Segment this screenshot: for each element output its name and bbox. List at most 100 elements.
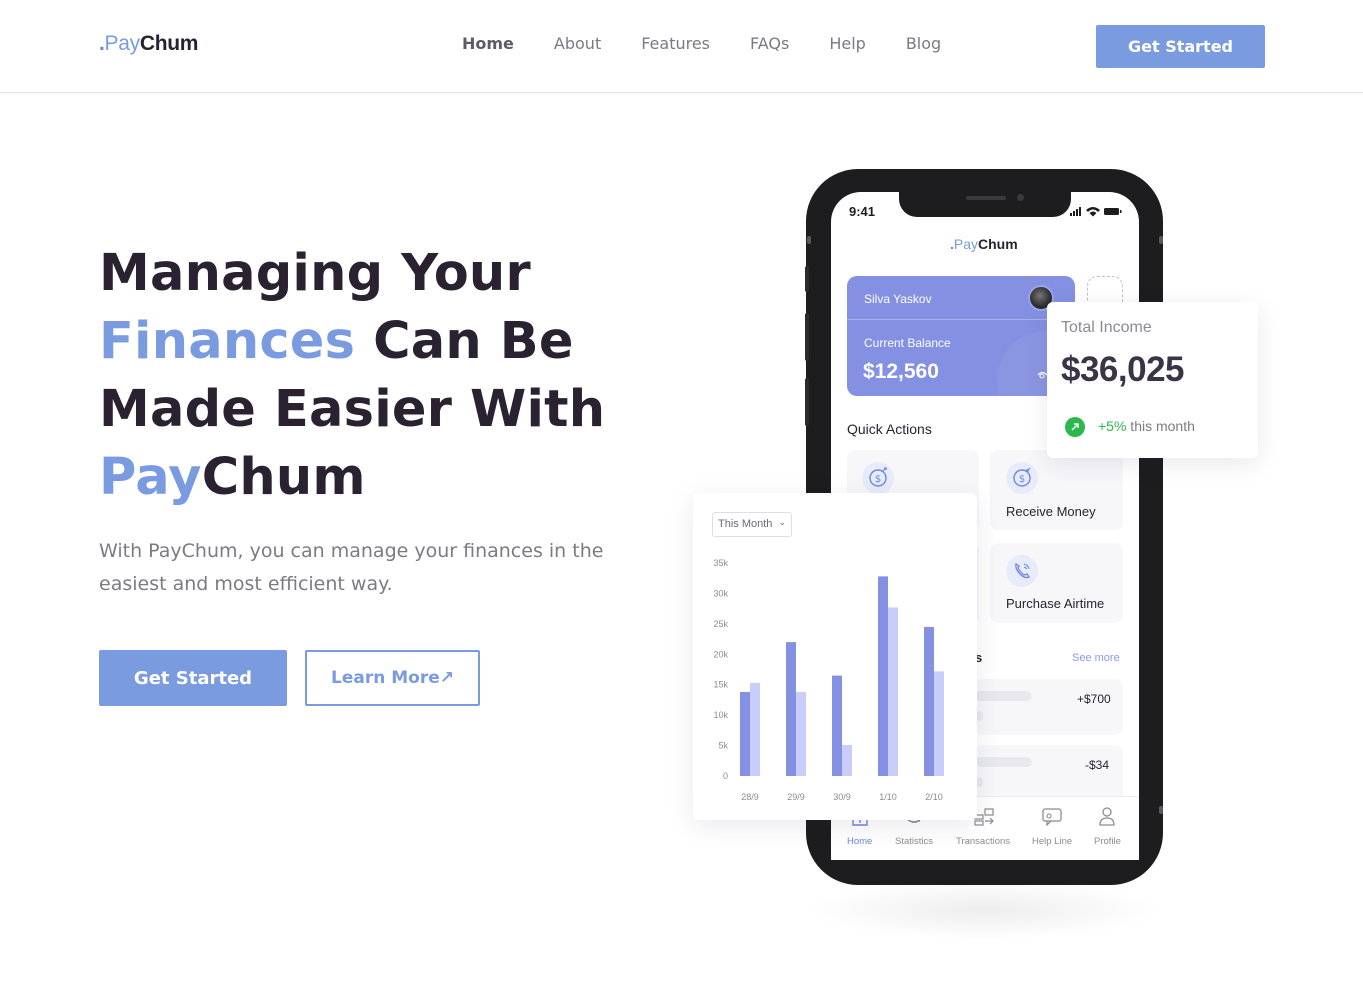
period-dropdown[interactable]: This Month ⌄: [712, 512, 792, 537]
card-divider: [847, 319, 1075, 320]
balance-value: $12,560: [863, 360, 939, 383]
phone-side-button: [807, 236, 811, 244]
chart-bar[interactable]: [796, 692, 806, 776]
headline-line-1: Managing Your: [99, 244, 531, 303]
nav-faqs[interactable]: FAQs: [750, 34, 789, 53]
receive-money-icon: $: [1006, 462, 1038, 494]
chart-bar[interactable]: [924, 626, 934, 776]
phone-camera: [1017, 194, 1024, 201]
total-income-value: $36,025: [1061, 350, 1185, 389]
phone-side-button: [805, 313, 809, 361]
chat-icon[interactable]: [1042, 806, 1062, 826]
hide-balance-icon[interactable]: [1037, 367, 1047, 381]
x-tick-label: 30/9: [833, 792, 851, 802]
chart-bar[interactable]: [786, 642, 796, 776]
wifi-icon: [1086, 207, 1100, 217]
phone-speaker: [966, 196, 1006, 200]
bar-chart: 0 5k 10k 15k 20k 25k 30k 35k 28/9 29/9 30/9 1/10 2/1…: [713, 558, 944, 802]
tab-home[interactable]: Home: [847, 836, 872, 847]
income-change-period: this month: [1126, 418, 1195, 434]
signal-icon: [1070, 207, 1081, 216]
phone-side-button: [1159, 236, 1163, 244]
chart-bar[interactable]: [878, 576, 888, 776]
phone-notch: [899, 185, 1071, 217]
chart-bar[interactable]: [740, 692, 750, 776]
income-change: +5% this month: [1098, 418, 1195, 434]
receive-money-label: Receive Money: [1006, 504, 1096, 519]
headline-line-4-rest: Chum: [201, 448, 366, 507]
transaction-row[interactable]: [975, 745, 1123, 801]
main-nav: Home About Features FAQs Help Blog: [462, 34, 981, 53]
phone-side-button: [805, 266, 809, 292]
logo-chum: Chum: [139, 32, 199, 55]
period-dropdown-label: This Month: [718, 518, 773, 530]
see-more-link[interactable]: See more: [1072, 652, 1120, 664]
hero-headline: Managing Your Finances Can Be Made Easie…: [99, 240, 659, 512]
income-change-value: +5%: [1098, 418, 1127, 434]
x-tick-label: 1/10: [879, 792, 897, 802]
app-logo-chum: Chum: [978, 236, 1018, 252]
chart-bar[interactable]: [934, 671, 944, 776]
profile-icon[interactable]: [1097, 806, 1117, 826]
card-holder-name: Silva Yaskov: [864, 292, 932, 306]
chart-bar[interactable]: [832, 675, 842, 776]
nav-about[interactable]: About: [554, 34, 601, 53]
battery-icon: [1104, 208, 1119, 215]
total-income-label: Total Income: [1061, 319, 1152, 336]
brand-logo[interactable]: .PayChum: [99, 32, 198, 56]
learn-more-button[interactable]: Learn More↗: [305, 650, 480, 706]
tab-transactions[interactable]: Transactions: [956, 836, 1010, 847]
tab-profile[interactable]: Profile: [1094, 836, 1121, 847]
phone-icon: [1006, 555, 1038, 587]
y-tick-label: 25k: [713, 619, 728, 629]
headline-line-3: Made Easier With: [99, 380, 606, 439]
phone-shadow: [806, 880, 1162, 940]
hero-subtitle: With PayChum, you can manage your financ…: [99, 540, 604, 595]
y-tick-label: 20k: [713, 649, 728, 659]
hero-get-started-button[interactable]: Get Started: [99, 650, 287, 706]
headline-line-2-rest: Can Be: [355, 312, 574, 371]
transaction-placeholder: [975, 757, 1032, 767]
nav-home[interactable]: Home: [462, 34, 514, 53]
transactions-icon[interactable]: [974, 806, 994, 826]
purchase-airtime-label: Purchase Airtime: [1006, 596, 1105, 611]
x-tick-label: 29/9: [787, 792, 805, 802]
y-tick-label: 30k: [713, 588, 728, 598]
nav-features[interactable]: Features: [641, 34, 710, 53]
status-icons: [1070, 207, 1122, 217]
transaction-row[interactable]: [975, 679, 1123, 735]
header-get-started-button[interactable]: Get Started: [1096, 25, 1265, 68]
quick-actions-title: Quick Actions: [847, 421, 932, 437]
site-header: .PayChum Home About Features FAQs Help B…: [0, 0, 1363, 93]
headline-accent-finances: Finances: [99, 312, 356, 371]
headline-accent-pay: Pay: [99, 448, 202, 507]
app-logo-pay: Pay: [953, 236, 979, 252]
x-tick-label: 2/10: [925, 792, 943, 802]
tab-help-line[interactable]: Help Line: [1032, 836, 1072, 847]
y-tick-label: 15k: [713, 680, 728, 690]
tab-statistics[interactable]: Statistics: [895, 836, 933, 847]
y-tick-label: 0: [723, 771, 728, 781]
send-money-icon: $: [862, 462, 894, 494]
y-tick-label: 10k: [713, 710, 728, 720]
svg-text:$: $: [1019, 474, 1025, 485]
y-tick-label: 35k: [713, 558, 728, 568]
phone-side-button: [1159, 806, 1163, 814]
status-time: 9:41: [849, 204, 876, 219]
nav-blog[interactable]: Blog: [906, 34, 941, 53]
chart-bar[interactable]: [842, 744, 852, 776]
chevron-down-icon: ⌄: [778, 517, 786, 527]
app-logo: .PayChum: [950, 236, 1018, 252]
y-tick-label: 5k: [718, 741, 728, 751]
transaction-placeholder: [975, 691, 1032, 701]
nav-help[interactable]: Help: [829, 34, 865, 53]
chart-bar[interactable]: [750, 682, 760, 776]
transaction-amount: -$34: [1085, 758, 1110, 772]
transaction-amount: +$700: [1077, 692, 1111, 706]
logo-pay: Pay: [104, 32, 141, 55]
svg-text:$: $: [875, 474, 881, 485]
chart-bar[interactable]: [888, 607, 898, 776]
phone-side-button: [805, 378, 809, 426]
trend-up-icon: [1065, 417, 1085, 437]
balance-label: Current Balance: [864, 336, 951, 350]
